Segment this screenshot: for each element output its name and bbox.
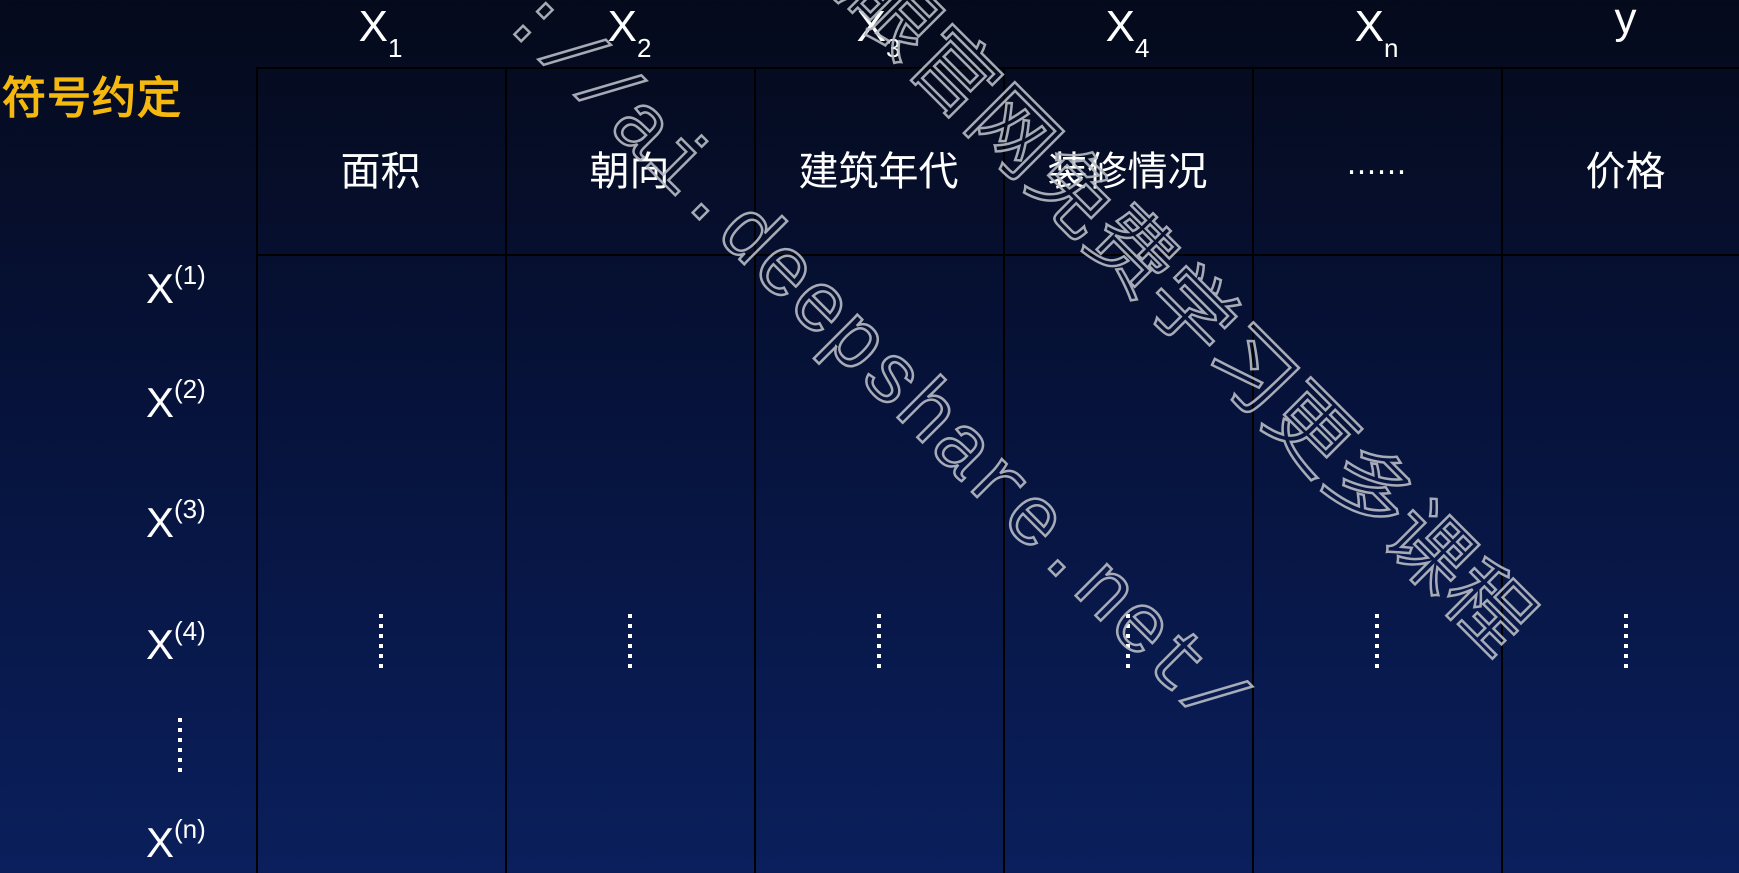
variable-x2: X2	[607, 2, 652, 63]
column-ellipsis	[505, 614, 754, 674]
sample-label-4: X(4)	[146, 616, 206, 668]
column-ellipsis	[1252, 614, 1501, 674]
column-divider	[1252, 67, 1254, 873]
sample-label-3: X(3)	[146, 494, 206, 546]
variable-xn: Xn	[1354, 2, 1399, 63]
feature-header-orientation: 朝向	[589, 149, 670, 195]
row-ellipsis	[178, 718, 182, 772]
variable-y: y	[1614, 0, 1637, 43]
variable-x3: X3	[856, 2, 901, 63]
feature-header-ellipsis: ……	[1346, 147, 1407, 182]
column-ellipsis	[1003, 614, 1252, 674]
feature-header-decoration: 装修情况	[1047, 149, 1208, 195]
column-ellipsis	[754, 614, 1003, 674]
header-separator	[256, 254, 1739, 256]
variable-x4: X4	[1105, 2, 1150, 63]
variable-x1: X1	[358, 2, 403, 63]
variable-header-row: X1 X2 X3 X4 Xn y	[256, 0, 1739, 68]
sample-label-n: X(n)	[146, 814, 206, 866]
table-top-border	[256, 67, 1739, 69]
column-ellipsis	[1501, 614, 1739, 674]
feature-header-area: 面积	[340, 149, 421, 195]
feature-header-price: 价格	[1585, 149, 1666, 195]
slide-title: 符号约定	[2, 73, 182, 124]
sample-label-2: X(2)	[146, 374, 206, 426]
feature-header-build-year: 建筑年代	[798, 149, 959, 195]
sample-label-1: X(1)	[146, 260, 206, 312]
data-table: 面积 朝向 建筑年代 装修情况 …… 价格	[256, 67, 1739, 873]
column-ellipsis	[256, 614, 505, 674]
